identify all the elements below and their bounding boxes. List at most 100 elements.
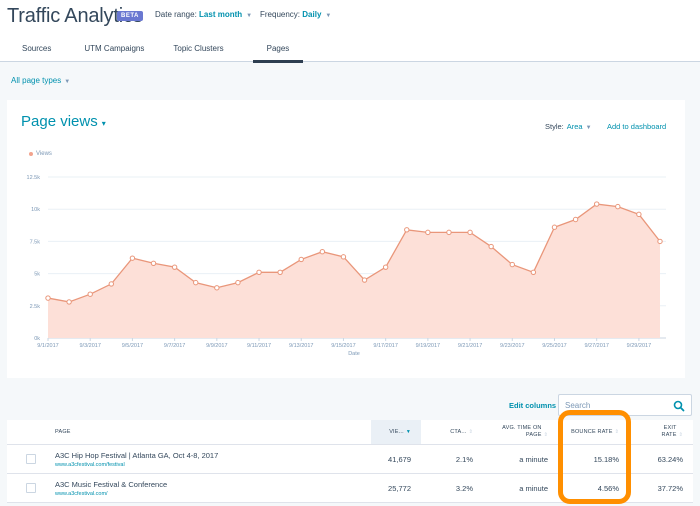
data-point bbox=[615, 203, 621, 210]
search-icon[interactable] bbox=[673, 399, 685, 417]
data-point bbox=[446, 229, 452, 236]
x-tick-label: 9/25/2017 bbox=[542, 343, 566, 349]
data-point bbox=[488, 243, 494, 250]
y-tick-label: 10k bbox=[31, 207, 40, 213]
page-title-cell: A3C Hip Hop Festival | Atlanta GA, Oct 4… bbox=[55, 450, 219, 460]
data-point bbox=[45, 295, 51, 301]
y-tick-label: 5k bbox=[34, 272, 40, 278]
column-header-exit-rate[interactable]: EXIT RATE ⇕ bbox=[631, 425, 691, 439]
data-point bbox=[509, 261, 515, 268]
x-tick-label: 9/27/2017 bbox=[584, 343, 608, 349]
column-header-cta[interactable]: CTA... ⇕ bbox=[421, 429, 481, 435]
data-point bbox=[256, 269, 262, 276]
page-views-card: Page views ▾ Style: Area ▼ Add to dashboard… bbox=[7, 100, 685, 378]
date-range-value[interactable]: Last month bbox=[199, 10, 242, 19]
x-tick-label: 9/9/2017 bbox=[206, 343, 227, 349]
frequency-dropdown[interactable]: Frequency: Daily ▼ bbox=[260, 10, 331, 19]
column-header-views[interactable]: VIE... ▼ bbox=[371, 420, 421, 444]
y-tick-label: 2.5k bbox=[30, 304, 41, 310]
x-tick-label: 9/15/2017 bbox=[331, 343, 355, 349]
sort-desc-icon: ▼ bbox=[405, 429, 411, 435]
app-header: Traffic Analytics BETA Date range: Last … bbox=[0, 0, 700, 63]
data-point bbox=[108, 281, 115, 287]
x-tick-label: 9/29/2017 bbox=[627, 343, 651, 349]
exit-rate-cell: 37.72% bbox=[657, 483, 683, 493]
column-header-page[interactable]: PAGE bbox=[55, 429, 371, 435]
x-tick-label: 9/7/2017 bbox=[164, 343, 185, 349]
date-range-dropdown[interactable]: Date range: Last month ▼ bbox=[155, 10, 252, 19]
data-point bbox=[319, 249, 326, 255]
page-title-cell: A3C Music Festival & Conference bbox=[55, 479, 168, 489]
bounce-rate-cell: 15.18% bbox=[593, 454, 619, 464]
chevron-down-icon: ▼ bbox=[64, 79, 71, 85]
views-cell: 41,679 bbox=[388, 454, 411, 464]
x-tick-label: 9/11/2017 bbox=[247, 343, 271, 349]
area-fill bbox=[48, 204, 660, 338]
data-point bbox=[404, 227, 410, 233]
table-header-row: PAGE VIE... ▼ CTA... ⇕ AVG. TIME ON PAGE ⇕ … bbox=[7, 420, 693, 445]
data-point bbox=[382, 264, 389, 270]
data-point bbox=[193, 279, 199, 286]
exit-rate-cell: 63.24% bbox=[657, 454, 683, 464]
data-point bbox=[340, 254, 347, 260]
data-point bbox=[150, 260, 157, 266]
edit-columns-link[interactable]: Edit columns bbox=[509, 401, 556, 410]
bounce-rate-cell: 4.56% bbox=[597, 483, 619, 493]
page-url-link[interactable]: www.a3cfestival.com/ bbox=[55, 491, 371, 497]
data-point bbox=[657, 238, 663, 245]
date-range-label: Date range: bbox=[155, 10, 197, 19]
tab-utm-campaigns[interactable]: UTM Campaigns bbox=[62, 38, 155, 62]
x-tick-label: 9/21/2017 bbox=[458, 343, 482, 349]
page-types-dropdown[interactable]: All page types ▼ bbox=[11, 76, 70, 85]
data-point bbox=[551, 224, 558, 230]
tab-topic-clusters[interactable]: Topic Clusters bbox=[155, 38, 234, 62]
page-url-link[interactable]: www.a3cfestival.com/festival bbox=[55, 462, 371, 468]
sort-icon: ⇕ bbox=[614, 429, 619, 435]
column-header-bounce-rate[interactable]: BOUNCE RATE ⇕ bbox=[556, 429, 631, 435]
x-tick-label: 9/13/2017 bbox=[289, 343, 313, 349]
data-point bbox=[425, 229, 431, 236]
chevron-down-icon: ▼ bbox=[325, 13, 332, 19]
data-point bbox=[277, 269, 283, 276]
page-types-label: All page types bbox=[11, 76, 62, 85]
search-box[interactable] bbox=[558, 394, 692, 416]
frequency-value[interactable]: Daily bbox=[302, 10, 321, 19]
page-views-chart: 0k 2.5k 5k 7.5k 10k 12.5k 9/1/2017 9/3/2017 9/5/… bbox=[27, 175, 666, 357]
data-point bbox=[129, 255, 136, 261]
data-point bbox=[361, 277, 368, 283]
x-tick-label: 9/23/2017 bbox=[500, 343, 524, 349]
table-row[interactable]: A3C Music Festival & Conference www.a3cf… bbox=[7, 474, 693, 503]
cta-cell: 2.1% bbox=[455, 454, 473, 464]
row-checkbox[interactable] bbox=[26, 483, 36, 493]
tab-bar: Sources UTM Campaigns Topic Clusters Pag… bbox=[0, 38, 304, 63]
pages-table: PAGE VIE... ▼ CTA... ⇕ AVG. TIME ON PAGE ⇕ … bbox=[7, 420, 693, 503]
search-input[interactable] bbox=[559, 396, 669, 415]
x-tick-label: 9/5/2017 bbox=[122, 343, 143, 349]
x-tick-label: 9/3/2017 bbox=[79, 343, 100, 349]
data-point bbox=[298, 256, 304, 263]
data-point bbox=[572, 216, 579, 223]
chevron-down-icon: ▼ bbox=[246, 13, 253, 19]
y-tick-label: 7.5k bbox=[30, 239, 41, 245]
frequency-label: Frequency: bbox=[260, 10, 301, 19]
x-tick-label: 9/19/2017 bbox=[416, 343, 440, 349]
y-tick-label: 12.5k bbox=[27, 175, 41, 181]
data-point bbox=[530, 269, 537, 276]
sort-icon: ⇕ bbox=[468, 429, 473, 435]
views-cell: 25,772 bbox=[388, 483, 411, 493]
data-point bbox=[66, 299, 72, 305]
data-point bbox=[171, 264, 178, 270]
tab-pages[interactable]: Pages bbox=[252, 38, 304, 63]
data-point bbox=[214, 285, 220, 291]
row-checkbox[interactable] bbox=[26, 454, 36, 464]
data-point bbox=[235, 279, 241, 286]
x-tick-label: 9/17/2017 bbox=[373, 343, 397, 349]
data-point bbox=[636, 211, 642, 218]
sort-icon: ⇕ bbox=[678, 432, 683, 438]
cta-cell: 3.2% bbox=[455, 483, 473, 493]
column-header-avg-time[interactable]: AVG. TIME ON PAGE ⇕ bbox=[481, 425, 556, 439]
y-tick-label: 0k bbox=[34, 336, 40, 342]
table-row[interactable]: A3C Hip Hop Festival | Atlanta GA, Oct 4… bbox=[7, 445, 693, 474]
beta-badge: BETA bbox=[117, 11, 143, 21]
tab-sources[interactable]: Sources bbox=[0, 38, 62, 62]
